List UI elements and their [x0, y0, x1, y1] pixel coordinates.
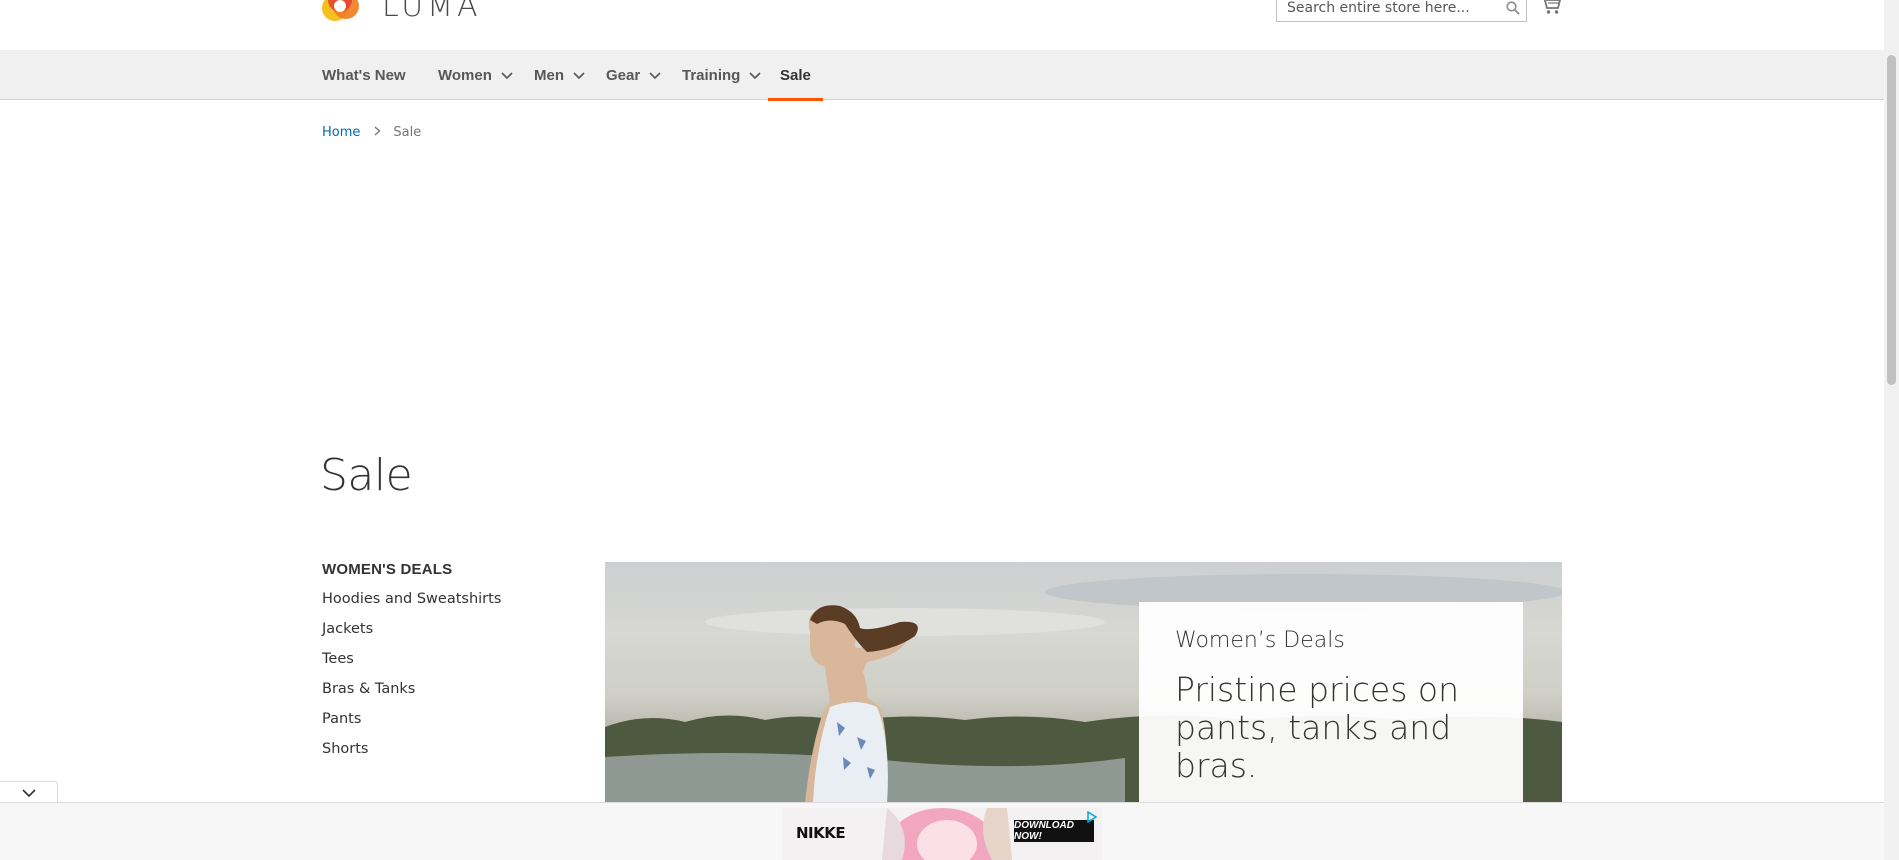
search-icon[interactable] — [1500, 0, 1526, 21]
adchoices-icon[interactable] — [1086, 810, 1098, 824]
search-input[interactable] — [1277, 0, 1500, 21]
store-logo[interactable]: LUMA — [320, 0, 482, 26]
ad-brand-logo: NIKKE — [796, 824, 846, 842]
banner-text-card: Women’s Deals Pristine prices on pants, … — [1139, 602, 1523, 804]
sidebar-link-jackets[interactable]: Jackets — [322, 619, 572, 649]
sidebar-link-hoodies[interactable]: Hoodies and Sweatshirts — [322, 589, 572, 619]
logo-text: LUMA — [382, 0, 482, 24]
sidebar-womens-deals: WOMEN'S DEALS Hoodies and Sweatshirts Ja… — [322, 561, 572, 769]
nav-item-gear[interactable]: Gear — [606, 50, 661, 100]
page-header: LUMA — [0, 0, 1884, 50]
chevron-down-icon — [749, 67, 761, 84]
page-title: Sale — [320, 450, 413, 501]
chevron-right-icon — [374, 125, 381, 140]
ad-collapse-toggle[interactable] — [0, 781, 58, 803]
chevron-down-icon — [573, 67, 585, 84]
breadcrumb-home-link[interactable]: Home — [322, 125, 360, 140]
luma-logo-icon — [320, 0, 366, 26]
sidebar-link-tees[interactable]: Tees — [322, 649, 572, 679]
nav-item-label: What's New — [322, 66, 406, 84]
banner-headline: Pristine prices on pants, tanks and bras… — [1175, 670, 1459, 785]
sidebar-link-bras-tanks[interactable]: Bras & Tanks — [322, 679, 572, 709]
cart-icon[interactable] — [1540, 0, 1562, 16]
sidebar-link-pants[interactable]: Pants — [322, 709, 572, 739]
chevron-down-icon — [501, 67, 513, 84]
chevron-down-icon — [21, 784, 36, 802]
nav-item-training[interactable]: Training — [682, 50, 761, 100]
search-field[interactable] — [1276, 0, 1527, 22]
chevron-down-icon — [649, 67, 661, 84]
scrollbar-thumb[interactable] — [1887, 55, 1896, 385]
sidebar-heading: WOMEN'S DEALS — [322, 561, 453, 578]
ad-download-button[interactable]: DOWNLOAD NOW! — [1014, 820, 1094, 842]
main-navigation: What's New Women Men Gear Training Sale — [0, 50, 1884, 101]
sidebar-link-shorts[interactable]: Shorts — [322, 739, 572, 769]
nav-item-label: Gear — [606, 66, 641, 84]
nav-item-women[interactable]: Women — [438, 50, 513, 100]
womens-deals-banner[interactable]: Women’s Deals Pristine prices on pants, … — [605, 562, 1562, 804]
nav-item-men[interactable]: Men — [534, 50, 585, 100]
nav-item-label: Women — [438, 66, 492, 84]
nav-item-label: Men — [534, 66, 564, 84]
banner-kicker: Women’s Deals — [1175, 628, 1345, 653]
nav-item-label: Sale — [780, 66, 811, 84]
nav-item-label: Training — [682, 66, 741, 84]
advertisement-banner[interactable]: NIKKE DOWNLOAD NOW! — [782, 808, 1102, 860]
sidebar-link-list: Hoodies and Sweatshirts Jackets Tees Bra… — [322, 589, 572, 769]
nav-item-sale[interactable]: Sale — [768, 50, 823, 101]
nav-item-whats-new[interactable]: What's New — [322, 50, 406, 100]
breadcrumb: Home Sale — [322, 125, 421, 140]
breadcrumb-current: Sale — [393, 125, 422, 140]
page-scrollbar[interactable] — [1884, 0, 1899, 860]
